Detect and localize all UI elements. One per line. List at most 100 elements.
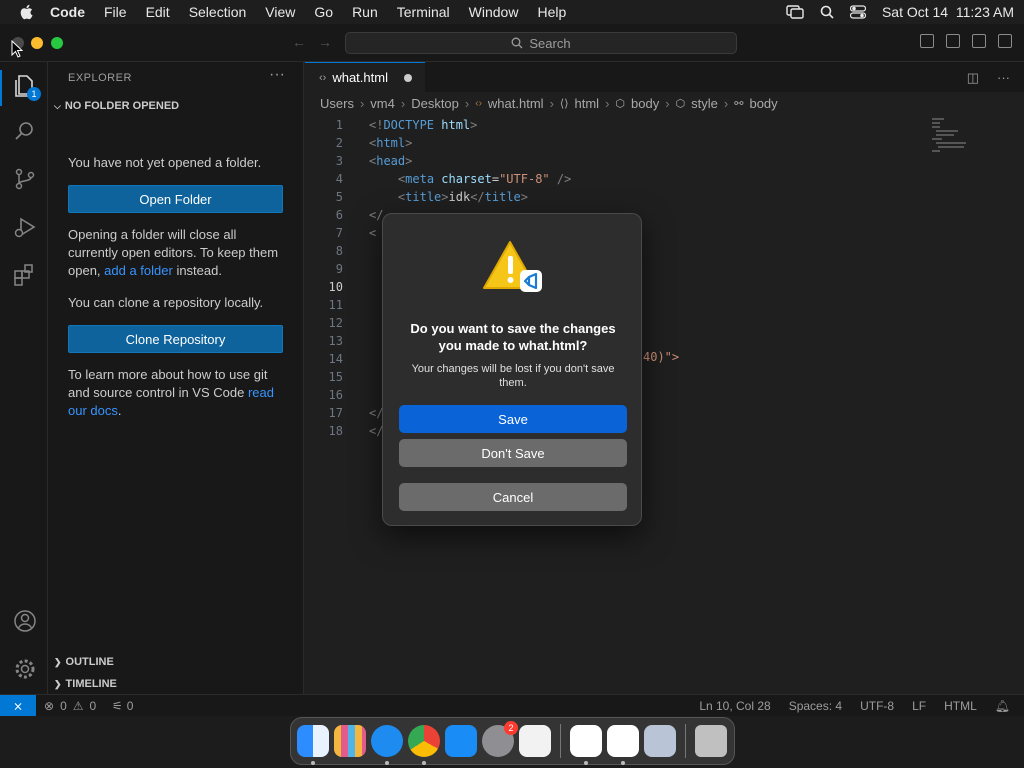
control-center-icon[interactable]	[849, 5, 866, 19]
arrow-right-icon[interactable]: →	[318, 34, 332, 50]
screen-mirroring-icon[interactable]	[786, 5, 804, 19]
run-debug-icon[interactable]	[12, 214, 38, 240]
no-folder-text: You have not yet opened a folder.	[68, 155, 262, 170]
app-store-icon[interactable]	[445, 725, 477, 757]
breadcrumb-item[interactable]: style	[691, 96, 718, 111]
spotlight-search-icon[interactable]	[820, 5, 834, 19]
code-line: <head>	[369, 152, 571, 170]
line-number: 6	[335, 208, 343, 222]
minimap[interactable]	[930, 116, 974, 156]
bell-icon[interactable]: 🔔︎	[995, 699, 1010, 713]
outline-label: OUTLINE	[65, 656, 114, 668]
title-bar: ← → Search	[0, 24, 1024, 62]
accounts-icon[interactable]	[12, 608, 38, 634]
menu-edit[interactable]: Edit	[146, 4, 170, 20]
system-settings-icon[interactable]: 2	[482, 721, 518, 757]
menu-window[interactable]: Window	[469, 4, 519, 20]
menu-view[interactable]: View	[265, 4, 295, 20]
tab-what-html[interactable]: ‹› what.html	[305, 62, 425, 92]
line-number-gutter: 1 2 3 4 5 6 7 8 9 10 11 12 13 14 15 16 1…	[305, 116, 345, 440]
language-mode[interactable]: HTML	[944, 699, 977, 713]
vscode-icon[interactable]	[607, 725, 639, 765]
gear-icon[interactable]	[12, 656, 38, 682]
menu-run[interactable]: Run	[352, 4, 378, 20]
customize-layout-icon[interactable]	[998, 34, 1012, 48]
breadcrumb-item[interactable]: Users	[320, 96, 354, 111]
no-folder-section-header[interactable]: ⌵ NO FOLDER OPENED	[54, 100, 179, 112]
breadcrumb-item[interactable]: body	[749, 96, 777, 111]
search-icon	[511, 37, 523, 49]
breadcrumb-item[interactable]: vm4	[370, 96, 395, 111]
ports-indicator[interactable]: ⚟ 0	[112, 699, 133, 713]
apple-icon[interactable]	[20, 4, 36, 20]
breadcrumb-item[interactable]: html	[575, 96, 600, 111]
clone-repository-button[interactable]: Clone Repository	[68, 325, 283, 353]
breadcrumb-item[interactable]: Desktop	[411, 96, 459, 111]
end-of-line[interactable]: LF	[912, 699, 926, 713]
news-icon[interactable]	[570, 725, 602, 765]
remote-indicator-icon[interactable]: ⨯	[0, 695, 36, 717]
warning-count: 0	[89, 699, 97, 713]
more-actions-icon[interactable]: ···	[269, 66, 285, 84]
finder-icon[interactable]	[297, 725, 329, 765]
line-number: 5	[335, 190, 343, 204]
menu-selection[interactable]: Selection	[189, 4, 247, 20]
chevron-right-icon: ›	[723, 96, 729, 111]
open-folder-button[interactable]: Open Folder	[68, 185, 283, 213]
chevron-right-icon: ›	[400, 96, 406, 111]
menu-go[interactable]: Go	[314, 4, 333, 20]
timeline-section[interactable]: ❯ TIMELINE	[54, 678, 117, 690]
chevron-down-icon: ⌵	[54, 100, 61, 111]
toggle-panel-icon[interactable]	[946, 34, 960, 48]
split-editor-icon[interactable]: ◫	[967, 70, 979, 86]
add-folder-link[interactable]: add a folder	[104, 263, 173, 278]
cancel-button[interactable]: Cancel	[399, 483, 627, 511]
breadcrumb-item[interactable]: body	[631, 96, 659, 111]
problems-indicator[interactable]: ⊗ 0 ⚠ 0	[44, 699, 96, 713]
safari-icon[interactable]	[371, 725, 403, 765]
save-button[interactable]: Save	[399, 405, 627, 433]
menu-help[interactable]: Help	[537, 4, 566, 20]
dock-separator	[560, 724, 561, 758]
breadcrumb-item[interactable]: what.html	[488, 96, 544, 111]
code-token: title	[484, 190, 521, 204]
cursor-position[interactable]: Ln 10, Col 28	[699, 699, 770, 713]
code-token: html	[434, 118, 471, 132]
running-indicator	[621, 761, 625, 765]
encoding[interactable]: UTF-8	[860, 699, 894, 713]
source-control-icon[interactable]	[12, 166, 38, 192]
arrow-left-icon[interactable]: ←	[292, 34, 306, 50]
toggle-primary-sidebar-icon[interactable]	[920, 34, 934, 48]
code-token: meta	[405, 172, 435, 186]
launchpad-icon[interactable]	[334, 725, 366, 757]
extensions-icon[interactable]	[12, 262, 38, 288]
indentation[interactable]: Spaces: 4	[789, 699, 842, 713]
code-token: html	[376, 136, 406, 150]
chevron-right-icon: ›	[605, 96, 610, 111]
chrome-icon[interactable]	[408, 725, 440, 765]
window-maximize-button[interactable]	[51, 37, 63, 49]
dialog-message: Your changes will be lost if you don't s…	[411, 363, 615, 389]
dialog-title: Do you want to save the changes you made…	[410, 321, 616, 353]
menu-file[interactable]: File	[104, 4, 127, 20]
outline-section[interactable]: ❯ OUTLINE	[54, 656, 114, 668]
unsaved-dot-icon[interactable]	[403, 73, 412, 82]
menubar-clock[interactable]: Sat Oct 14 11:23 AM	[882, 4, 1014, 20]
menu-terminal[interactable]: Terminal	[397, 4, 450, 20]
code-token: <	[369, 226, 377, 240]
toggle-secondary-sidebar-icon[interactable]	[972, 34, 986, 48]
textedit-icon[interactable]	[519, 725, 551, 757]
line-number: 4	[335, 172, 343, 186]
search-icon[interactable]	[12, 118, 38, 144]
more-actions-icon[interactable]: ···	[997, 70, 1010, 86]
status-bar: ⨯ ⊗ 0 ⚠ 0 ⚟ 0 Ln 10, Col 28 Spaces: 4 UT…	[0, 694, 1024, 717]
error-icon: ⊗	[44, 699, 55, 713]
editor-tabs: ‹› what.html ◫ ···	[305, 62, 1024, 92]
command-center-search[interactable]: Search	[345, 32, 737, 54]
menu-code[interactable]: Code	[50, 4, 85, 20]
utility-icon[interactable]	[644, 725, 676, 757]
dont-save-button[interactable]: Don't Save	[399, 439, 627, 467]
code-token: >	[441, 190, 449, 204]
trash-icon[interactable]	[695, 725, 727, 757]
window-minimize-button[interactable]	[31, 37, 43, 49]
